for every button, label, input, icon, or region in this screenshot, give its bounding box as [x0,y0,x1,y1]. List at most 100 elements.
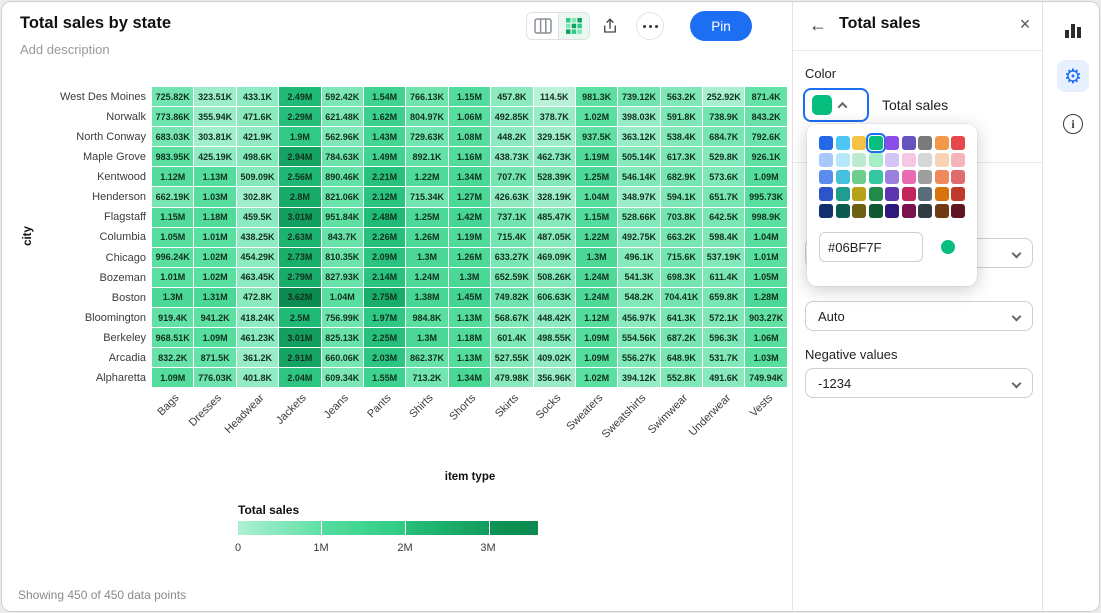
heatmap-cell[interactable]: 462.73K [534,147,575,166]
heatmap-cell[interactable]: 509.09K [237,167,278,186]
heatmap-cell[interactable]: 996.24K [152,248,193,267]
heatmap-cell[interactable]: 1.55M [364,368,405,387]
heatmap-cell[interactable]: 2.73M [279,248,320,267]
heatmap-cell[interactable]: 1.13M [449,308,490,327]
heatmap-cell[interactable]: 951.84K [322,208,363,227]
heatmap-cell[interactable]: 642.5K [703,208,744,227]
heatmap-cell[interactable]: 998.9K [745,208,786,227]
heatmap-cell[interactable]: 739.12K [618,87,659,106]
heatmap-cell[interactable]: 621.48K [322,107,363,126]
heatmap-cell[interactable]: 2.25M [364,328,405,347]
heatmap-cell[interactable]: 568.67K [491,308,532,327]
heatmap-cell[interactable]: 687.2K [661,328,702,347]
heatmap-cell[interactable]: 749.94K [745,368,786,387]
palette-swatch[interactable] [918,204,932,218]
heatmap-cell[interactable]: 252.92K [703,87,744,106]
heatmap-cell[interactable]: 738.9K [703,107,744,126]
palette-swatch[interactable] [918,153,932,167]
heatmap-cell[interactable]: 1.43M [364,127,405,146]
heatmap-cell[interactable]: 1.01M [194,228,235,247]
palette-swatch[interactable] [819,153,833,167]
heatmap-cell[interactable]: 1.04M [576,187,617,206]
heatmap-cell[interactable]: 1.08M [449,127,490,146]
heatmap-cell[interactable]: 426.63K [491,187,532,206]
heatmap-view-button[interactable] [558,13,589,39]
heatmap-cell[interactable]: 472.8K [237,288,278,307]
heatmap-cell[interactable]: 984.8K [406,308,447,327]
palette-swatch[interactable] [836,187,850,201]
heatmap-cell[interactable]: 1.34M [449,167,490,186]
palette-swatch[interactable] [836,153,850,167]
palette-swatch[interactable] [935,136,949,150]
heatmap-cell[interactable]: 1.31M [194,288,235,307]
palette-swatch[interactable] [885,136,899,150]
heatmap-cell[interactable]: 548.2K [618,288,659,307]
heatmap-cell[interactable]: 2.75M [364,288,405,307]
heatmap-cell[interactable]: 1.03M [194,187,235,206]
heatmap-cell[interactable]: 323.51K [194,87,235,106]
palette-swatch[interactable] [935,153,949,167]
heatmap-cell[interactable]: 729.63K [406,127,447,146]
palette-swatch[interactable] [819,136,833,150]
back-button[interactable]: ← [805,12,831,38]
heatmap-cell[interactable]: 3.01M [279,208,320,227]
heatmap-cell[interactable]: 1.15M [152,208,193,227]
heatmap-cell[interactable]: 1.19M [449,228,490,247]
heatmap-cell[interactable]: 981.3K [576,87,617,106]
heatmap-cell[interactable]: 594.1K [661,187,702,206]
heatmap-cell[interactable]: 1.09M [745,167,786,186]
heatmap-cell[interactable]: 592.42K [322,87,363,106]
heatmap-cell[interactable]: 114.5K [534,87,575,106]
heatmap-cell[interactable]: 2.91M [279,348,320,367]
heatmap-cell[interactable]: 329.15K [534,127,575,146]
heatmap-cell[interactable]: 355.94K [194,107,235,126]
heatmap-cell[interactable]: 776.03K [194,368,235,387]
heatmap-cell[interactable]: 2.49M [279,87,320,106]
heatmap-cell[interactable]: 652.59K [491,268,532,287]
heatmap-cell[interactable]: 684.7K [703,127,744,146]
heatmap-cell[interactable]: 919.4K [152,308,193,327]
heatmap-cell[interactable]: 448.2K [491,127,532,146]
palette-swatch[interactable] [852,136,866,150]
heatmap-cell[interactable]: 1.22M [576,228,617,247]
heatmap-cell[interactable]: 2.48M [364,208,405,227]
heatmap-cell[interactable]: 1.01M [152,268,193,287]
heatmap-cell[interactable]: 487.05K [534,228,575,247]
palette-swatch[interactable] [852,170,866,184]
heatmap-cell[interactable]: 871.4K [745,87,786,106]
heatmap-cell[interactable]: 3.62M [279,288,320,307]
heatmap-cell[interactable]: 421.9K [237,127,278,146]
heatmap-cell[interactable]: 563.2K [661,87,702,106]
heatmap-cell[interactable]: 1.09M [194,328,235,347]
heatmap-cell[interactable]: 1.34M [449,368,490,387]
heatmap-cell[interactable]: 418.24K [237,308,278,327]
heatmap-cell[interactable]: 698.3K [661,268,702,287]
palette-swatch[interactable] [885,204,899,218]
chart-title[interactable]: Total sales by state [20,14,171,33]
heatmap-cell[interactable]: 662.19K [152,187,193,206]
heatmap-cell[interactable]: 471.6K [237,107,278,126]
palette-swatch[interactable] [836,136,850,150]
heatmap-cell[interactable]: 1.27M [449,187,490,206]
heatmap-cell[interactable]: 1.19M [576,147,617,166]
heatmap-cell[interactable]: 596.3K [703,328,744,347]
heatmap-cell[interactable]: 328.19K [534,187,575,206]
heatmap-cell[interactable]: 1.01M [745,248,786,267]
heatmap-cell[interactable]: 825.13K [322,328,363,347]
heatmap-cell[interactable]: 438.25K [237,228,278,247]
palette-swatch[interactable] [902,204,916,218]
palette-swatch[interactable] [819,187,833,201]
heatmap-cell[interactable]: 1.26M [449,248,490,267]
hex-color-input[interactable] [819,232,923,262]
heatmap-cell[interactable]: 508.26K [534,268,575,287]
heatmap-cell[interactable]: 479.98K [491,368,532,387]
palette-swatch[interactable] [935,187,949,201]
heatmap-cell[interactable]: 433.1K [237,87,278,106]
heatmap-cell[interactable]: 715.4K [491,228,532,247]
close-panel-button[interactable]: × [1013,12,1037,36]
heatmap-cell[interactable]: 1.18M [449,328,490,347]
heatmap-cell[interactable]: 843.7K [322,228,363,247]
heatmap-cell[interactable]: 528.39K [534,167,575,186]
heatmap-cell[interactable]: 1.45M [449,288,490,307]
heatmap-cell[interactable]: 2.04M [279,368,320,387]
